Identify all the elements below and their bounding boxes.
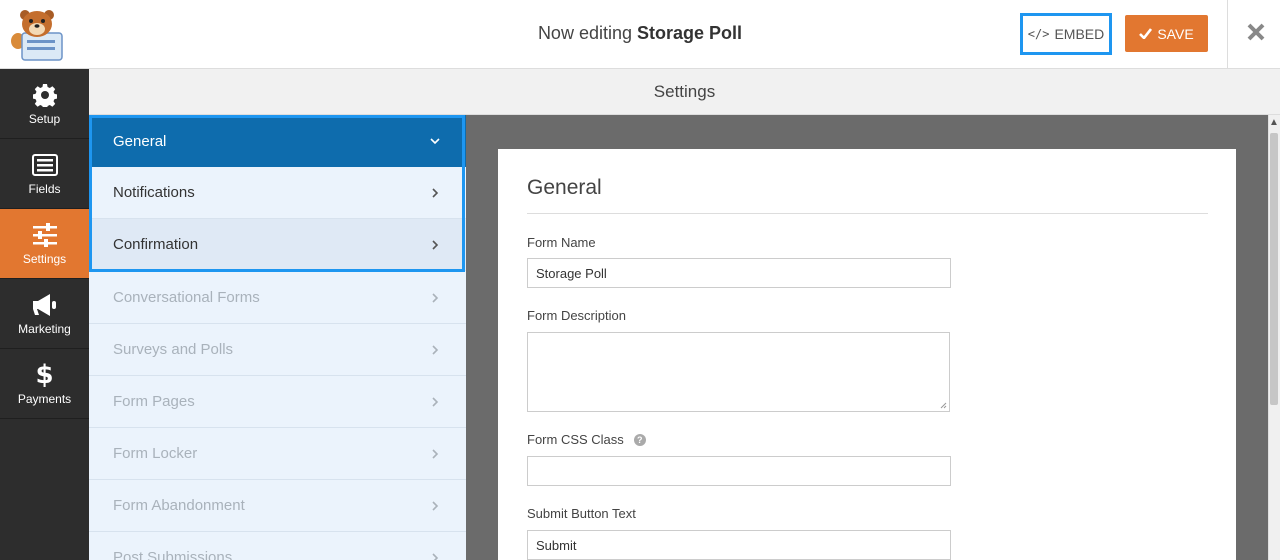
form-name-input[interactable] bbox=[527, 258, 951, 288]
sidebar-item-fields[interactable]: Fields bbox=[0, 139, 89, 209]
sidebar-item-label: Setup bbox=[28, 111, 61, 126]
chevron-right-icon bbox=[432, 293, 439, 303]
dollar-icon: $ bbox=[35, 359, 54, 390]
panel-post-submissions[interactable]: Post Submissions bbox=[89, 532, 466, 560]
panel-label: Post Submissions bbox=[113, 549, 233, 560]
save-label: SAVE bbox=[1157, 25, 1194, 42]
panel-label: General bbox=[113, 132, 167, 150]
submit-button-text-input[interactable] bbox=[527, 530, 951, 560]
scrollbar-thumb[interactable] bbox=[1270, 133, 1278, 405]
gear-icon bbox=[32, 82, 57, 108]
chevron-right-icon bbox=[432, 188, 439, 198]
sidebar-item-payments[interactable]: $ Payments bbox=[0, 349, 89, 419]
title-prefix: Now editing bbox=[537, 23, 632, 43]
builder-sidebar: Setup Fields Settings Marketing $ Paymen… bbox=[0, 69, 89, 560]
sidebar-item-settings[interactable]: Settings bbox=[0, 209, 89, 279]
check-icon bbox=[1139, 26, 1153, 42]
sidebar-item-marketing[interactable]: Marketing bbox=[0, 279, 89, 349]
chevron-right-icon bbox=[432, 345, 439, 355]
megaphone-icon bbox=[31, 292, 59, 318]
form-css-class-label: Form CSS Class bbox=[527, 432, 624, 447]
panel-form-pages[interactable]: Form Pages bbox=[89, 376, 466, 428]
sidebar-item-label: Marketing bbox=[18, 321, 71, 336]
header-divider bbox=[1227, 0, 1228, 69]
panel-label: Form Locker bbox=[113, 445, 198, 462]
chevron-right-icon bbox=[432, 553, 439, 560]
chevron-right-icon bbox=[432, 397, 439, 407]
panel-label: Form Pages bbox=[113, 393, 195, 410]
panel-label: Surveys and Polls bbox=[113, 341, 234, 358]
sliders-icon bbox=[32, 222, 58, 248]
panel-form-abandonment[interactable]: Form Abandonment bbox=[89, 480, 466, 532]
close-icon bbox=[1247, 23, 1265, 41]
panel-label: Conversational Forms bbox=[113, 289, 260, 306]
chevron-down-icon bbox=[430, 138, 440, 145]
sidebar-item-label: Payments bbox=[17, 391, 72, 406]
chevron-right-icon bbox=[432, 501, 439, 511]
form-css-class-input[interactable] bbox=[527, 456, 951, 486]
submit-button-text-label: Submit Button Text bbox=[527, 506, 636, 521]
panel-label: Notifications bbox=[113, 184, 195, 201]
save-button[interactable]: SAVE bbox=[1125, 15, 1208, 52]
list-icon bbox=[31, 152, 58, 178]
scroll-up-arrow-icon[interactable]: ▲ bbox=[1268, 115, 1280, 131]
sidebar-item-label: Settings bbox=[22, 251, 67, 266]
settings-panel-list: General Notifications Confirmation Conve… bbox=[89, 115, 466, 560]
close-button[interactable] bbox=[1244, 20, 1268, 48]
sidebar-item-setup[interactable]: Setup bbox=[0, 69, 89, 139]
panel-general[interactable]: General bbox=[89, 115, 466, 167]
form-description-label: Form Description bbox=[527, 308, 626, 323]
settings-header: Settings bbox=[89, 69, 1280, 115]
embed-button[interactable]: </> EMBED bbox=[1020, 13, 1112, 55]
panel-form-locker[interactable]: Form Locker bbox=[89, 428, 466, 480]
top-bar: Now editing Storage Poll </> EMBED SAVE bbox=[0, 0, 1280, 69]
panel-label: Form Abandonment bbox=[113, 497, 245, 514]
sidebar-item-label: Fields bbox=[28, 181, 61, 196]
form-name-label: Form Name bbox=[527, 235, 596, 250]
panel-conversational-forms[interactable]: Conversational Forms bbox=[89, 272, 466, 324]
form-name-title: Storage Poll bbox=[637, 23, 743, 43]
resize-handle-icon[interactable] bbox=[939, 401, 947, 409]
chevron-right-icon bbox=[432, 240, 439, 250]
panel-label: Confirmation bbox=[113, 236, 199, 253]
chevron-right-icon bbox=[432, 449, 439, 459]
help-icon[interactable]: ? bbox=[633, 434, 646, 446]
panel-confirmation[interactable]: Confirmation bbox=[89, 219, 466, 271]
embed-label: EMBED bbox=[1054, 26, 1105, 42]
section-title: General bbox=[527, 176, 602, 199]
form-css-class-label-row: Form CSS Class? bbox=[527, 432, 646, 447]
form-description-textarea[interactable] bbox=[527, 332, 950, 412]
code-icon: </> bbox=[1027, 27, 1050, 41]
panel-surveys-and-polls[interactable]: Surveys and Polls bbox=[89, 324, 466, 376]
panel-notifications[interactable]: Notifications bbox=[89, 167, 466, 219]
section-divider bbox=[527, 213, 1208, 214]
